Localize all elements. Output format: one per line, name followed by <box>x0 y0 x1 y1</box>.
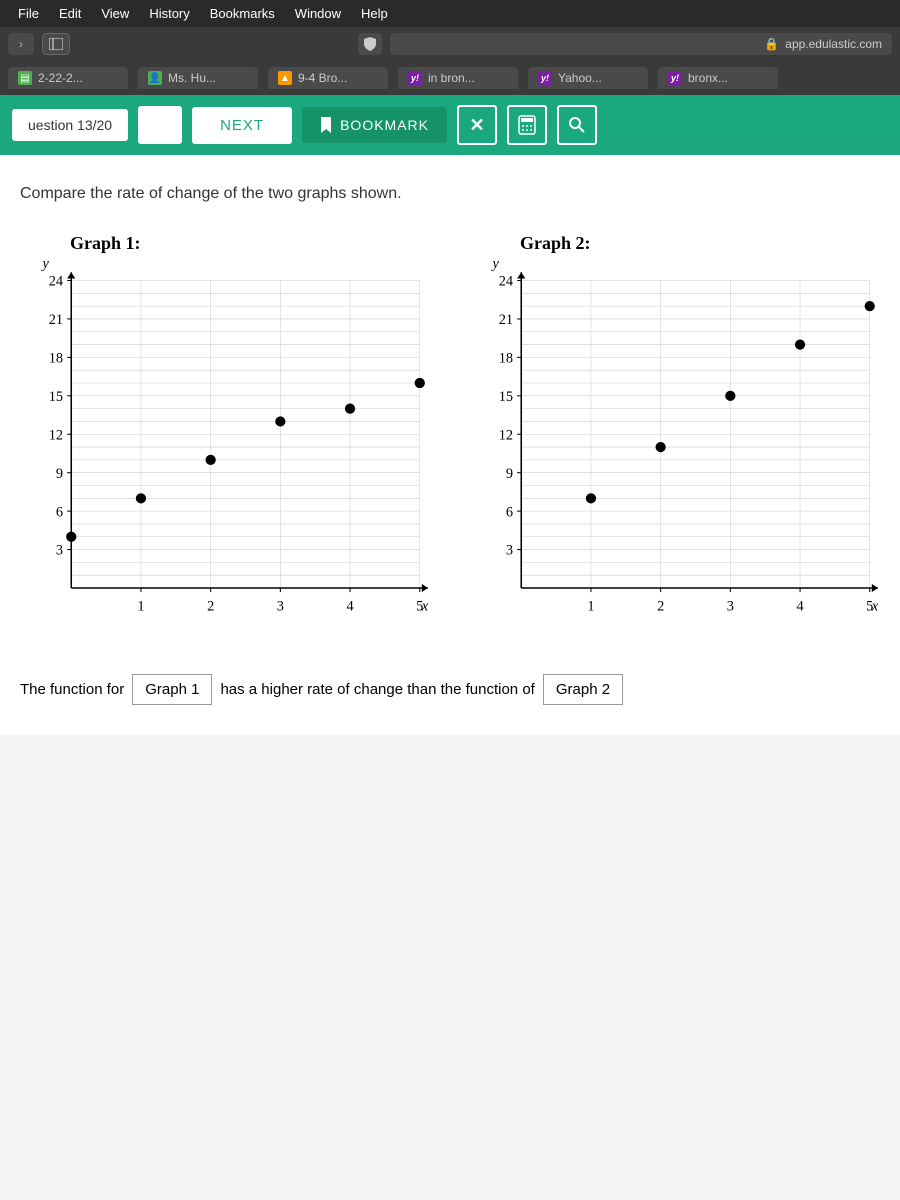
svg-text:15: 15 <box>49 389 63 405</box>
svg-text:15: 15 <box>499 389 513 405</box>
answer-prefix: The function for <box>20 681 124 698</box>
svg-text:1: 1 <box>137 599 144 615</box>
menu-bookmarks[interactable]: Bookmarks <box>200 4 285 23</box>
graph-1-block: Graph 1: 369121518212412345yx <box>20 233 430 634</box>
svg-text:12: 12 <box>499 427 513 443</box>
svg-text:21: 21 <box>49 312 63 328</box>
tab-icon: y! <box>408 71 422 85</box>
svg-text:18: 18 <box>49 351 63 367</box>
graph-2-block: Graph 2: 369121518212412345yx <box>470 233 880 634</box>
svg-text:3: 3 <box>506 543 513 559</box>
browser-nav-bar: › 🔒 app.edulastic.com <box>0 27 900 61</box>
svg-text:x: x <box>871 599 879 615</box>
svg-text:y: y <box>41 260 50 272</box>
question-counter[interactable]: uestion 13/20 <box>12 109 128 141</box>
svg-text:2: 2 <box>657 599 664 615</box>
sidebar-icon <box>49 38 63 50</box>
calculator-icon <box>518 115 536 135</box>
tab-label: Ms. Hu... <box>168 71 216 85</box>
os-menu-bar: File Edit View History Bookmarks Window … <box>0 0 900 27</box>
shield-icon <box>364 37 376 51</box>
close-tool-button[interactable]: ✕ <box>457 105 497 145</box>
svg-text:x: x <box>421 599 429 615</box>
svg-text:18: 18 <box>499 351 513 367</box>
question-content: Compare the rate of change of the two gr… <box>0 155 900 735</box>
search-tool-button[interactable] <box>557 105 597 145</box>
url-bar[interactable]: 🔒 app.edulastic.com <box>390 33 892 55</box>
menu-edit[interactable]: Edit <box>49 4 91 23</box>
menu-view[interactable]: View <box>91 4 139 23</box>
svg-text:4: 4 <box>796 599 803 615</box>
graph-2: 369121518212412345yx <box>470 260 880 629</box>
tab-label: 9-4 Bro... <box>298 71 347 85</box>
menu-history[interactable]: History <box>139 4 199 23</box>
answer-select-2[interactable]: Graph 2 <box>543 674 623 705</box>
tab-label: in bron... <box>428 71 475 85</box>
tab-2[interactable]: 👤 Ms. Hu... <box>138 67 258 89</box>
forward-button[interactable]: › <box>8 33 34 55</box>
tab-label: Yahoo... <box>558 71 602 85</box>
svg-text:6: 6 <box>506 504 513 520</box>
next-button[interactable]: NEXT <box>192 107 292 144</box>
url-text: app.edulastic.com <box>785 37 882 51</box>
tab-icon: ▤ <box>18 71 32 85</box>
calculator-button[interactable] <box>507 105 547 145</box>
lock-icon: 🔒 <box>764 37 779 51</box>
menu-window[interactable]: Window <box>285 4 351 23</box>
menu-help[interactable]: Help <box>351 4 398 23</box>
svg-text:24: 24 <box>49 274 63 290</box>
svg-text:y: y <box>491 260 500 272</box>
svg-text:6: 6 <box>56 504 63 520</box>
svg-text:24: 24 <box>499 274 513 290</box>
tab-icon: y! <box>668 71 682 85</box>
svg-text:1: 1 <box>587 599 594 615</box>
tab-5[interactable]: y! Yahoo... <box>528 67 648 89</box>
graphs-container: Graph 1: 369121518212412345yx Graph 2: 3… <box>20 233 880 634</box>
graph-1-title: Graph 1: <box>20 233 430 254</box>
svg-text:2: 2 <box>207 599 214 615</box>
tab-icon: 👤 <box>148 71 162 85</box>
bookmark-icon <box>320 117 332 133</box>
question-prompt: Compare the rate of change of the two gr… <box>20 185 880 203</box>
tab-6[interactable]: y! bronx... <box>658 67 778 89</box>
svg-text:4: 4 <box>346 599 353 615</box>
svg-text:9: 9 <box>506 466 513 482</box>
menu-file[interactable]: File <box>8 4 49 23</box>
toolbar-placeholder <box>138 106 182 144</box>
answer-select-1[interactable]: Graph 1 <box>132 674 212 705</box>
magnifier-icon <box>568 116 586 134</box>
bookmark-label: BOOKMARK <box>340 117 429 133</box>
answer-sentence: The function for Graph 1 has a higher ra… <box>20 674 880 705</box>
bookmark-button[interactable]: BOOKMARK <box>302 107 447 143</box>
svg-text:3: 3 <box>727 599 734 615</box>
sidebar-toggle-button[interactable] <box>42 33 70 55</box>
browser-tabs-bar: ▤ 2-22-2... 👤 Ms. Hu... ▲ 9-4 Bro... y! … <box>0 61 900 95</box>
tab-label: 2-22-2... <box>38 71 83 85</box>
privacy-shield-button[interactable] <box>358 33 382 55</box>
tab-1[interactable]: ▤ 2-22-2... <box>8 67 128 89</box>
svg-text:21: 21 <box>499 312 513 328</box>
svg-text:12: 12 <box>49 427 63 443</box>
tab-label: bronx... <box>688 71 728 85</box>
tab-icon: y! <box>538 71 552 85</box>
answer-middle: has a higher rate of change than the fun… <box>220 681 534 698</box>
tab-3[interactable]: ▲ 9-4 Bro... <box>268 67 388 89</box>
app-toolbar: uestion 13/20 NEXT BOOKMARK ✕ <box>0 95 900 155</box>
svg-text:3: 3 <box>277 599 284 615</box>
svg-text:3: 3 <box>56 543 63 559</box>
graph-1: 369121518212412345yx <box>20 260 430 629</box>
tab-icon: ▲ <box>278 71 292 85</box>
tab-4[interactable]: y! in bron... <box>398 67 518 89</box>
graph-2-title: Graph 2: <box>470 233 880 254</box>
close-icon: ✕ <box>469 115 484 136</box>
svg-text:9: 9 <box>56 466 63 482</box>
